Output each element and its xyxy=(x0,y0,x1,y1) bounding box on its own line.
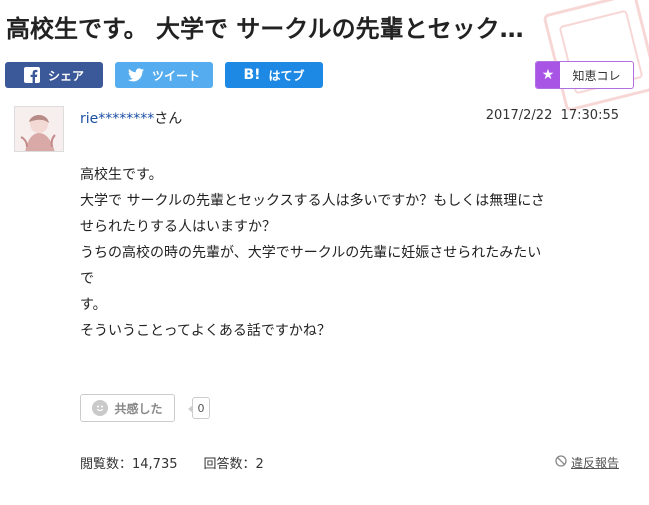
chiekore-label: 知恵コレ xyxy=(572,68,621,83)
prohibited-icon xyxy=(555,455,567,470)
question-body: 高校生です。 大学で サークルの先輩とセックスする人は多いですか？もしくは無理に… xyxy=(80,162,620,344)
body-line: 高校生です。 xyxy=(80,167,163,183)
body-line: で xyxy=(80,271,94,287)
user-name: rie********さん xyxy=(80,108,182,128)
twitter-icon xyxy=(127,68,144,82)
resolved-stamp xyxy=(542,0,649,113)
question-stats: 閲覧数：14,735 回答数：2 xyxy=(80,453,264,472)
question-title: 高校生です。 大学で サークルの先輩とセック… xyxy=(6,15,524,43)
body-line: す。 xyxy=(80,297,107,313)
body-line: せられたりする人はいますか？ xyxy=(80,219,276,235)
empathy-label: 共感した xyxy=(114,401,163,416)
twitter-share-label: ツイート xyxy=(151,68,200,83)
empathy-button[interactable]: 共感した xyxy=(80,394,175,422)
user-name-suffix: さん xyxy=(154,111,183,127)
facebook-share-button[interactable]: シェア xyxy=(5,62,103,88)
view-count: 閲覧数：14,735 xyxy=(80,457,178,472)
avatar[interactable] xyxy=(14,106,64,152)
facebook-share-label: シェア xyxy=(47,68,84,83)
hatena-share-label: はてブ xyxy=(268,68,305,83)
smile-icon xyxy=(92,400,109,416)
hatena-icon: B! xyxy=(243,67,261,83)
hatena-bookmark-button[interactable]: B! はてブ xyxy=(225,62,323,88)
body-line: そういうことってよくある話ですかね？ xyxy=(80,323,331,339)
report-label: 違反報告 xyxy=(570,456,619,470)
report-link[interactable]: 違反報告 xyxy=(555,454,619,471)
body-line: うちの高校の時の先輩が、大学でサークルの先輩に妊娠させられたみたい xyxy=(80,245,542,261)
twitter-share-button[interactable]: ツイート xyxy=(115,62,213,88)
star-icon: ★ xyxy=(536,62,560,88)
body-line: 大学で サークルの先輩とセックスする人は多いですか？もしくは無理にさ xyxy=(80,193,545,209)
post-date: 2017/2/22 17:30:55 xyxy=(485,108,619,123)
facebook-icon xyxy=(23,67,40,83)
chiekore-button[interactable]: ★ 知恵コレ xyxy=(535,61,634,89)
empathy-count: 0 xyxy=(188,397,210,419)
user-name-link[interactable]: rie******** xyxy=(80,111,154,127)
answer-count: 回答数：2 xyxy=(203,457,264,472)
question-page: 高校生です。 大学で サークルの先輩とセック… シェア ツイート B! はてブ … xyxy=(0,0,649,505)
